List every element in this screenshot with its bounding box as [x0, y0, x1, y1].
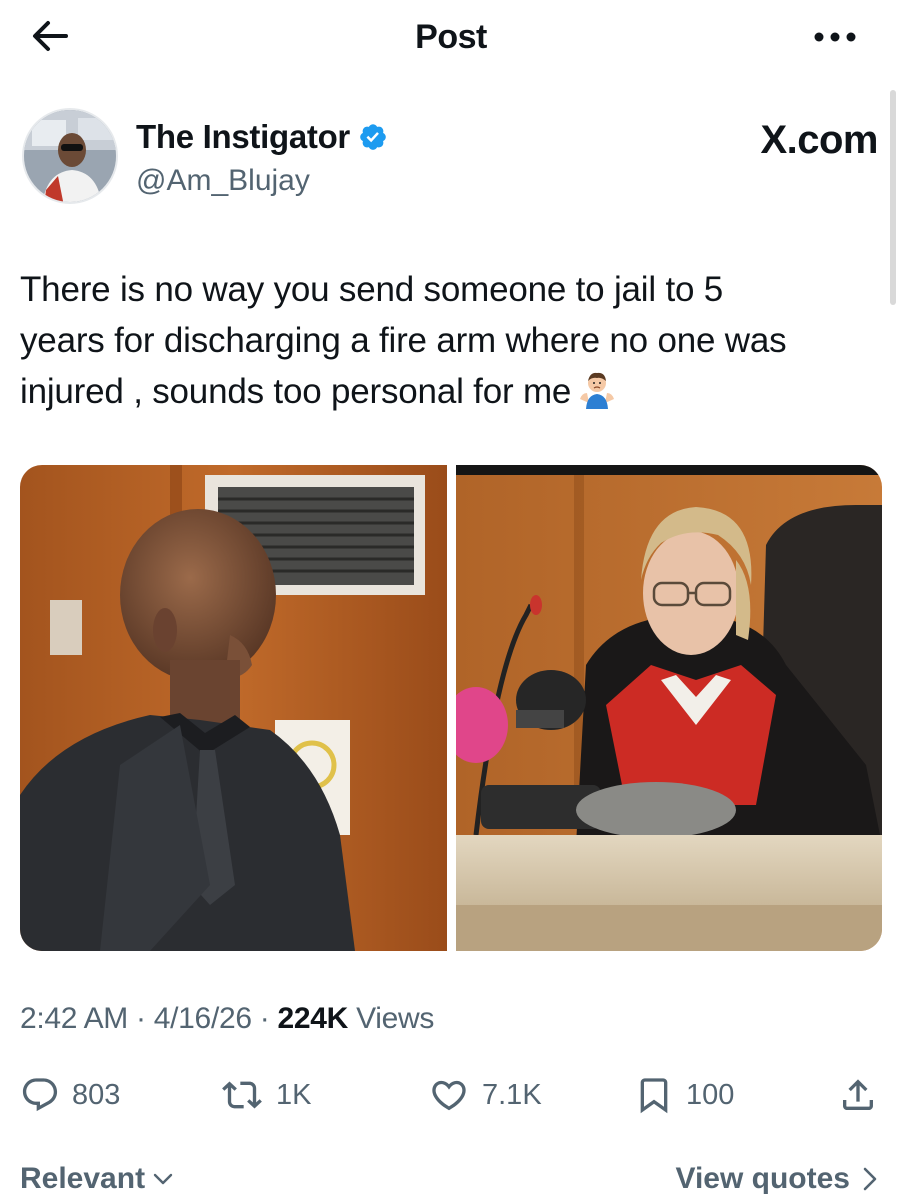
- x-watermark: X.com: [760, 118, 878, 162]
- tweet-line: injured , sounds too personal for me: [20, 372, 572, 411]
- media-image-right[interactable]: [456, 465, 882, 951]
- scrollbar[interactable]: [890, 90, 896, 305]
- heart-icon: [432, 1080, 466, 1111]
- view-quotes-link[interactable]: View quotes: [676, 1162, 881, 1196]
- sort-replies-dropdown[interactable]: Relevant: [20, 1162, 175, 1196]
- bookmark-button[interactable]: 100: [634, 1070, 734, 1120]
- repost-count: 1K: [276, 1078, 312, 1111]
- repost-icon: [222, 1081, 262, 1109]
- separator: ·: [259, 1002, 278, 1035]
- share-icon: [843, 1079, 873, 1110]
- share-button[interactable]: [838, 1070, 878, 1120]
- replies-footer: Relevant View quotes: [20, 1162, 882, 1200]
- tweet-text: There is no way you send someone to jail…: [20, 264, 880, 423]
- tweet-line: years for discharging a fire arm where n…: [20, 321, 787, 360]
- reply-button[interactable]: 803: [20, 1070, 120, 1120]
- author-name-row[interactable]: The Instigator: [136, 118, 388, 156]
- view-quotes-label: View quotes: [675, 1162, 851, 1195]
- views-count: 224K: [277, 1002, 349, 1035]
- post-meta: 2:42 AM · 4/16/26 · 224K Views: [20, 1002, 434, 1036]
- tweet-line: There is no way you send someone to jail…: [20, 270, 724, 309]
- media-image-left[interactable]: [20, 465, 447, 951]
- more-options-button[interactable]: [810, 22, 860, 52]
- separator: ·: [136, 1002, 154, 1035]
- like-button[interactable]: 7.1K: [428, 1070, 542, 1120]
- top-bar: Post: [0, 0, 902, 76]
- repost-button[interactable]: 1K: [220, 1070, 311, 1120]
- tweet-line-with-emoji: injured , sounds too personal for me: [20, 366, 880, 423]
- action-bar: 803 1K 7.1K 100: [20, 1070, 882, 1120]
- views-label: Views: [356, 1002, 435, 1035]
- verified-badge-icon: [360, 124, 386, 150]
- like-count: 7.1K: [482, 1078, 542, 1111]
- chevron-down-icon: [153, 1173, 173, 1185]
- page-title: Post: [415, 18, 487, 56]
- bookmark-count: 100: [686, 1078, 735, 1111]
- reply-icon: [22, 1078, 58, 1112]
- more-dots-icon: [814, 32, 856, 42]
- sort-label: Relevant: [20, 1162, 146, 1195]
- avatar-image: [24, 110, 116, 202]
- avatar[interactable]: [22, 108, 118, 204]
- post-time[interactable]: 2:42 AM: [20, 1002, 128, 1035]
- author-handle[interactable]: @Am_Blujay: [136, 164, 310, 198]
- chevron-right-icon: [863, 1167, 877, 1191]
- shrug-emoji-icon: [577, 369, 617, 423]
- author-display-name[interactable]: The Instigator: [136, 118, 350, 156]
- post-header: The Instigator @Am_Blujay X.com: [20, 106, 880, 216]
- media-grid: [20, 465, 882, 951]
- post-date[interactable]: 4/16/26: [154, 1002, 252, 1035]
- reply-count: 803: [72, 1078, 121, 1111]
- bookmark-icon: [640, 1078, 668, 1114]
